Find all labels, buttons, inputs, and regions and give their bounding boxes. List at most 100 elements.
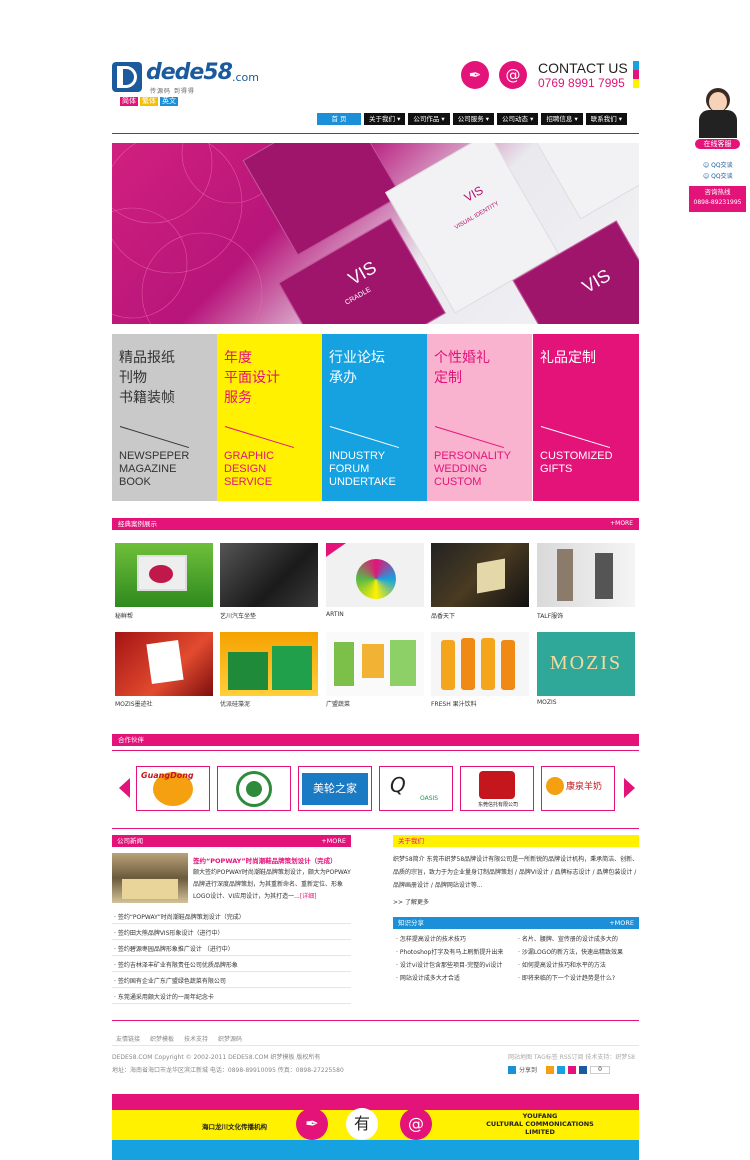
bottle-shape (441, 640, 455, 690)
qq-chat-link[interactable]: ☺ QQ交谈 (703, 160, 733, 169)
nav-news[interactable]: 公司动态 ▾ (497, 113, 539, 125)
partner-logo-1[interactable]: GuangDong (136, 766, 210, 811)
footer-link-support[interactable]: 技术支持 (184, 1034, 208, 1043)
knowledge-item[interactable]: · 沙漏LOGO的新方法，快速出精致效果 (518, 947, 623, 956)
partner-logo-2[interactable] (217, 766, 291, 811)
news-more-link[interactable]: +MORE (321, 835, 346, 847)
weibo-icon[interactable] (568, 1065, 577, 1074)
logo-subtitle: 传源码 到得得 (150, 88, 195, 95)
tile-en-line: DESIGN (224, 463, 267, 475)
news-divider (112, 987, 351, 988)
case-caption[interactable]: ARTIN (326, 611, 344, 618)
trust-logo-icon (479, 771, 515, 799)
case-caption[interactable]: MOZIS (537, 699, 557, 706)
about-more-link[interactable]: >> 了解更多 (393, 897, 429, 906)
case-thumb-4[interactable] (431, 543, 529, 607)
case-thumb-8[interactable] (326, 632, 424, 696)
footer-link-templates[interactable]: 织梦模板 (150, 1034, 174, 1043)
tile-cn-line: 年度 (224, 350, 252, 366)
lang-english[interactable]: 英文 (160, 97, 178, 106)
knowledge-item[interactable]: · 即将来临的下一个设计趋势是什么? (518, 973, 615, 982)
knowledge-item[interactable]: · 怎样提高设计的技术技巧 (396, 934, 466, 943)
nav-jobs[interactable]: 招聘信息 ▾ (541, 113, 583, 125)
service-tile-wedding[interactable]: 个性婚礼 定制 PERSONALITY WEDDING CUSTOM (427, 334, 532, 501)
partner-logo-3[interactable]: 美轮之家 (298, 766, 372, 811)
case-thumb-2[interactable] (220, 543, 318, 607)
case-caption[interactable]: 优派硅藻泥 (220, 699, 250, 708)
knowledge-more-link[interactable]: +MORE (609, 917, 634, 929)
case-caption[interactable]: 秘鲜帮 (115, 611, 133, 620)
script-q-icon: Q (390, 773, 406, 797)
featured-detail-link[interactable]: [详细] (300, 893, 317, 900)
case-thumb-9[interactable] (431, 632, 529, 696)
news-featured-title[interactable]: 签约“POPWAY”时尚潮鞋品牌策划设计（完成） (193, 855, 353, 865)
partner-name: GuangDong (141, 771, 194, 780)
logo-mark[interactable] (112, 62, 142, 92)
partner-logo-5[interactable]: 东莞信托有限公司 (460, 766, 534, 811)
case-thumb-7[interactable] (220, 632, 318, 696)
cases-more-link[interactable]: +MORE (610, 518, 633, 530)
service-tile-graphic[interactable]: 年度 平面设计 服务 GRAPHIC DESIGN SERVICE (217, 334, 322, 501)
contact-phone: 0769 8991 7995 (538, 76, 625, 90)
pen-icon: ✒ (461, 61, 489, 89)
case-caption[interactable]: 广盟蔬菜 (326, 699, 350, 708)
tqq-icon[interactable] (557, 1065, 566, 1074)
news-item[interactable]: · 东莞通采用颇大设计的一周年纪念卡 (114, 992, 214, 1001)
partners-next-arrow[interactable] (624, 778, 635, 798)
knowledge-item[interactable]: · 如何提高设计技巧和水平的方法 (518, 960, 606, 969)
header-divider (112, 133, 639, 134)
footer-right-links[interactable]: 网站地图 TAG标签 RSS订阅 技术支持：织梦58 (508, 1052, 635, 1061)
case-thumb-3[interactable] (326, 543, 424, 607)
nav-contact[interactable]: 联系我们 ▾ (585, 113, 628, 125)
case-thumb-10[interactable]: MOZIS (537, 632, 635, 696)
case-caption[interactable]: 品香天下 (431, 611, 455, 620)
news-featured-image[interactable] (112, 853, 188, 903)
news-item[interactable]: · 签约吉林泽丰矿业有限责任公司优质品牌形象 (114, 960, 238, 969)
knowledge-item[interactable]: · 设计vi设计包含那些项目-完整的vi设计 (396, 960, 502, 969)
card-shape (146, 639, 184, 685)
qzone-icon[interactable] (546, 1065, 555, 1074)
knowledge-item[interactable]: · 网站设计成多大才合适 (396, 973, 460, 982)
news-item[interactable]: · 签约国有企业广东广盟绿色蔬菜有限公司 (114, 976, 226, 985)
logo-text[interactable]: dede58 (146, 60, 233, 85)
lang-simplified[interactable]: 简体 (120, 97, 138, 106)
service-tile-print[interactable]: 精品报纸 刊物 书籍装帧 NEWSPEPER MAGAZINE BOOK (112, 334, 217, 501)
news-divider (112, 971, 351, 972)
partner-logo-6[interactable]: 康泉羊奶 (541, 766, 615, 811)
footer-link-source[interactable]: 织梦源码 (218, 1034, 242, 1043)
case-caption[interactable]: TALF服饰 (537, 611, 563, 620)
lang-traditional[interactable]: 繁体 (140, 97, 158, 106)
agent-avatar-body (699, 110, 737, 138)
knowledge-item[interactable]: · Photoshop打字及有马上刷新提升出来 (396, 947, 503, 956)
knowledge-item[interactable]: · 名片、腰牌、宣传册的设计成多大的 (518, 934, 618, 943)
partner-name: OASIS (420, 795, 439, 802)
bottle-shape (501, 640, 515, 690)
footer-link-friends[interactable]: 友情链接 (116, 1034, 140, 1043)
service-tile-gifts[interactable]: 礼品定制 CUSTOMIZED GIFTS (533, 334, 639, 501)
color-bar-magenta (633, 70, 639, 79)
news-item[interactable]: · 签约碧源枣园品牌形象推广设计 （进行中） (114, 944, 234, 953)
figure-shape (595, 553, 613, 599)
partners-prev-arrow[interactable] (119, 778, 130, 798)
hero-banner[interactable]: VIS VIS VIS CRADLE VISUAL IDENTITY (112, 143, 639, 324)
news-item[interactable]: · 签约田大熊品牌VIS形象设计（进行中） (114, 928, 224, 937)
tile-en-line: BOOK (119, 476, 151, 488)
nav-works[interactable]: 公司作品 ▾ (408, 113, 450, 125)
nav-services[interactable]: 公司服务 ▾ (452, 113, 495, 125)
color-bar-cyan (633, 61, 639, 70)
renren-icon[interactable] (579, 1065, 588, 1074)
qq-chat-link[interactable]: ☺ QQ交谈 (703, 171, 733, 180)
news-item[interactable]: · 签约“POPWAY”时尚潮鞋品牌策划设计（完成） (114, 912, 245, 921)
case-thumb-5[interactable] (537, 543, 635, 607)
case-thumb-6[interactable] (115, 632, 213, 696)
partner-logo-4[interactable]: Q OASIS (379, 766, 453, 811)
online-service-badge[interactable]: 在线客服 (694, 138, 741, 150)
case-thumb-1[interactable] (115, 543, 213, 607)
case-caption[interactable]: 艺川汽车坐垫 (220, 611, 256, 620)
service-tile-forum[interactable]: 行业论坛 承办 INDUSTRY FORUM UNDERTAKE (322, 334, 427, 501)
nav-about[interactable]: 关于我们 ▾ (364, 113, 406, 125)
share-plus-icon[interactable] (508, 1065, 516, 1074)
case-caption[interactable]: MOZIS墨迹社 (115, 699, 153, 708)
case-caption[interactable]: FRESH 果汁饮料 (431, 699, 477, 708)
nav-home[interactable]: 首 页 (317, 113, 361, 125)
